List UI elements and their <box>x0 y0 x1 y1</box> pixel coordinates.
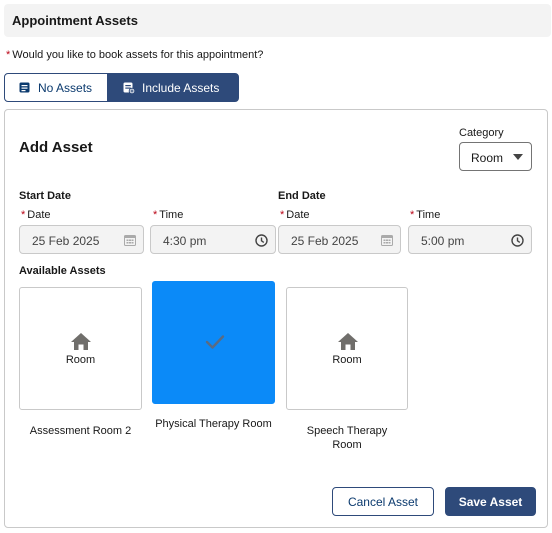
required-mark: * <box>21 209 26 221</box>
calendar-icon <box>124 235 136 246</box>
include-assets-button[interactable]: Include Assets <box>108 73 239 102</box>
asset-name: Assessment Room 2 <box>29 425 132 437</box>
asset-name: Speech Therapy Room <box>306 425 388 451</box>
include-assets-label: Include Assets <box>142 80 220 95</box>
cancel-asset-button[interactable]: Cancel Asset <box>332 487 434 516</box>
asset-name: Physical Therapy Room <box>155 418 272 430</box>
assets-question: * Would you like to book assets for this … <box>6 49 263 61</box>
category-label: Category <box>459 127 504 139</box>
section-header: Appointment Assets <box>4 4 551 37</box>
end-time-label: * Time <box>410 209 440 221</box>
asset-type-label: Room <box>332 354 362 366</box>
home-icon <box>71 333 91 350</box>
save-asset-button[interactable]: Save Asset <box>445 487 536 516</box>
panel-title: Add Asset <box>19 139 93 156</box>
asset-tile-speech-therapy-room[interactable]: Room <box>286 287 408 410</box>
category-value: Room <box>471 151 504 165</box>
required-mark: * <box>410 209 415 221</box>
asset-type-label: Room <box>65 354 96 366</box>
required-mark: * <box>6 49 11 61</box>
start-time-field[interactable]: 4:30 pm <box>150 225 276 254</box>
end-time-label-text: Time <box>416 209 441 221</box>
required-mark: * <box>280 209 285 221</box>
end-date-field[interactable]: 25 Feb 2025 <box>278 225 401 254</box>
clock-icon <box>255 234 268 247</box>
asset-add-icon <box>123 82 136 95</box>
calendar-icon <box>381 235 393 246</box>
end-date-value: 25 Feb 2025 <box>291 234 359 248</box>
no-assets-button[interactable]: No Assets <box>4 73 108 102</box>
start-date-group-label: Start Date <box>19 190 71 202</box>
home-icon <box>338 333 358 350</box>
required-mark: * <box>153 209 158 221</box>
clock-icon <box>511 234 524 247</box>
start-date-label-text: Date <box>27 209 51 221</box>
end-date-group-label: End Date <box>278 190 326 202</box>
start-date-label: * Date <box>21 209 51 221</box>
no-assets-label: No Assets <box>38 80 93 95</box>
chevron-down-icon <box>513 154 523 160</box>
end-time-field[interactable]: 5:00 pm <box>408 225 532 254</box>
asset-icon <box>19 82 30 93</box>
start-time-label-text: Time <box>159 209 184 221</box>
check-icon <box>205 335 225 349</box>
start-date-value: 25 Feb 2025 <box>32 234 100 248</box>
start-time-label: * Time <box>153 209 183 221</box>
question-text: Would you like to book assets for this a… <box>12 49 264 61</box>
end-date-label-text: Date <box>286 209 310 221</box>
start-date-field[interactable]: 25 Feb 2025 <box>19 225 144 254</box>
assets-toggle: No Assets Include Assets <box>4 73 239 102</box>
end-time-value: 5:00 pm <box>421 234 465 248</box>
end-date-label: * Date <box>280 209 310 221</box>
category-select[interactable]: Room <box>459 142 532 171</box>
section-title: Appointment Assets <box>12 13 138 28</box>
asset-tile-physical-therapy-room[interactable] <box>152 281 275 404</box>
start-time-value: 4:30 pm <box>163 234 207 248</box>
available-assets-label: Available Assets <box>19 265 106 277</box>
asset-tile-assessment-room-2[interactable]: Room <box>19 287 142 410</box>
